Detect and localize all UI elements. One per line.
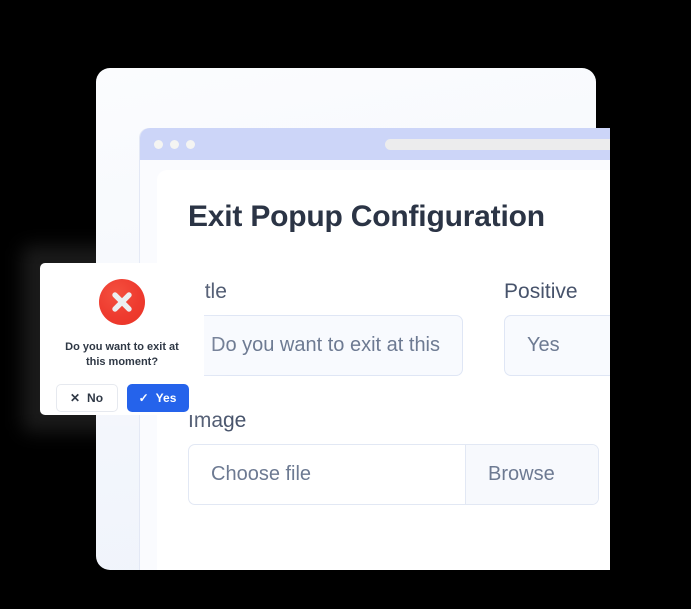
form-row-image: Image Choose file Browse [188, 409, 610, 505]
field-title-label: Title [188, 280, 227, 303]
dialog-message: Do you want to exit at this moment? [65, 341, 179, 368]
dialog-no-button[interactable]: ✕ No [55, 384, 118, 412]
field-positive-label: Positive [504, 280, 578, 303]
dialog-yes-button-label: Yes [155, 391, 177, 405]
close-x-icon: ✕ [69, 391, 81, 405]
positive-input[interactable]: Yes [504, 315, 610, 376]
image-file-name: Choose file [211, 463, 312, 485]
form-row-primary: Title Do you want to exit at this Positi… [188, 280, 610, 376]
browser-titlebar [140, 128, 610, 160]
dialog-yes-button[interactable]: ✓ Yes [126, 384, 189, 412]
window-controls [154, 139, 195, 149]
image-file-input[interactable]: Choose file Browse [188, 444, 599, 505]
field-image-label: Image [188, 409, 247, 432]
field-image: Image Choose file Browse [188, 409, 599, 505]
content-panel: Exit Popup Configuration Title Do you wa… [157, 170, 610, 570]
field-title: Title Do you want to exit at this [188, 280, 464, 376]
exit-confirmation-dialog: Do you want to exit at this moment? ✕ No… [40, 263, 204, 415]
error-circle-x-icon [99, 279, 145, 325]
image-browse-button[interactable]: Browse [465, 445, 598, 504]
window-minimize-dot-icon[interactable] [170, 139, 179, 149]
address-bar[interactable] [385, 138, 610, 150]
dialog-actions: ✕ No ✓ Yes [52, 384, 192, 412]
title-input[interactable]: Do you want to exit at this [188, 315, 464, 376]
window-maximize-dot-icon[interactable] [186, 139, 195, 149]
check-icon: ✓ [138, 391, 149, 405]
field-positive: Positive Yes [504, 280, 610, 376]
dialog-no-button-label: No [87, 391, 104, 405]
window-close-dot-icon[interactable] [154, 139, 163, 149]
page-title: Exit Popup Configuration [188, 200, 545, 233]
